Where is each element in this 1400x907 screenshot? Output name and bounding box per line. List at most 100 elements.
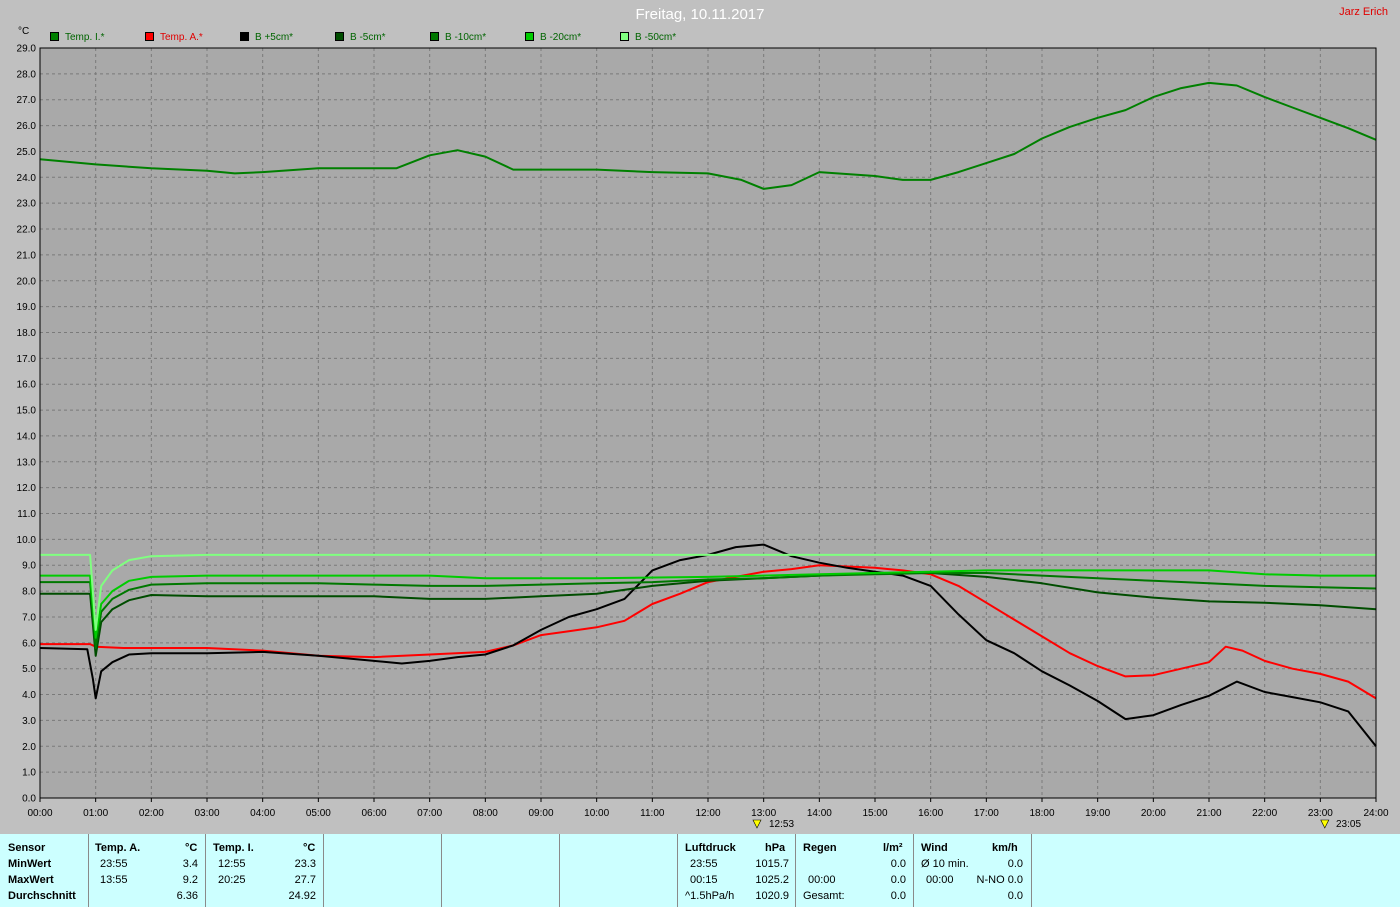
x-tick-label: 16:00 xyxy=(918,808,943,819)
x-tick-label: 02:00 xyxy=(139,808,164,819)
rain-val-2: 0.0 xyxy=(890,874,906,886)
y-tick-label: 6.0 xyxy=(22,638,36,649)
legend-swatch xyxy=(50,32,59,41)
y-tick-label: 10.0 xyxy=(17,535,37,546)
x-tick-label: 13:00 xyxy=(751,808,776,819)
stats-panel: Sensor MinWert MaxWert Durchschnitt Temp… xyxy=(0,834,1400,907)
x-tick-label: 20:00 xyxy=(1141,808,1166,819)
wind-header: Wind xyxy=(921,842,948,854)
y-tick-label: 22.0 xyxy=(17,225,37,236)
legend-label: Temp. A.* xyxy=(160,32,203,43)
legend-item-b-10: B -10cm* xyxy=(430,32,486,43)
y-tick-label: 2.0 xyxy=(22,742,36,753)
y-tick-label: 21.0 xyxy=(17,250,37,261)
legend-swatch xyxy=(240,32,249,41)
marker-label-min: 12:53 xyxy=(769,819,794,830)
x-tick-label: 24:00 xyxy=(1363,808,1388,819)
y-tick-label: 12.0 xyxy=(17,483,37,494)
temp-i-unit: °C xyxy=(303,842,316,854)
rain-val-1: 0.0 xyxy=(890,858,906,870)
x-tick-label: 08:00 xyxy=(473,808,498,819)
legend-swatch xyxy=(430,32,439,41)
pressure-max-time: 00:15 xyxy=(690,874,718,886)
pressure-min-time: 23:55 xyxy=(690,858,718,870)
x-tick-label: 10:00 xyxy=(584,808,609,819)
wind-unit: km/h xyxy=(992,842,1018,854)
min-max-markers: 12:53 23:05 xyxy=(752,819,1361,830)
temp-i-max-val: 27.7 xyxy=(294,874,316,886)
legend-label: B -20cm* xyxy=(540,32,582,43)
legend-item-b5: B +5cm* xyxy=(240,32,293,43)
chart-title: Freitag, 10.11.2017 xyxy=(635,6,765,23)
pressure-header: Luftdruck xyxy=(685,842,736,854)
x-tick-label: 00:00 xyxy=(27,808,52,819)
marker-label-max: 23:05 xyxy=(1336,819,1361,830)
y-tick-label: 16.0 xyxy=(17,380,37,391)
temp-a-min-time: 23:55 xyxy=(100,858,128,870)
pressure-unit: hPa xyxy=(765,842,786,854)
min-marker-icon xyxy=(752,819,762,829)
y-tick-label: 23.0 xyxy=(17,199,37,210)
legend-item-b-20: B -20cm* xyxy=(525,32,581,43)
wind-avg-label: Ø 10 min. xyxy=(921,858,969,870)
max-marker-icon xyxy=(1320,819,1330,829)
legend-label: Temp. I.* xyxy=(65,32,105,43)
pressure-min-val: 1015.7 xyxy=(755,858,789,870)
x-tick-label: 07:00 xyxy=(417,808,442,819)
y-tick-label: 25.0 xyxy=(17,147,37,158)
y-tick-label: 20.0 xyxy=(17,276,37,287)
wind-max-val: N-NO 0.0 xyxy=(976,874,1023,886)
y-tick-label: 17.0 xyxy=(17,354,37,365)
rain-total-label: Gesamt: xyxy=(803,890,845,902)
maxwert-label: MaxWert xyxy=(8,874,54,886)
x-tick-label: 11:00 xyxy=(640,808,665,819)
y-tick-label: 7.0 xyxy=(22,612,36,623)
y-tick-label: 18.0 xyxy=(17,328,37,339)
x-tick-label: 12:00 xyxy=(695,808,720,819)
legend-item-temp-a: Temp. A.* xyxy=(145,32,203,43)
pressure-max-val: 1025.2 xyxy=(755,874,789,886)
sensor-header: Sensor xyxy=(8,842,46,854)
x-axis: 00:00 01:00 02:00 03:00 04:00 05:00 06:00 07:00… xyxy=(27,798,1389,819)
y-tick-label: 26.0 xyxy=(17,121,37,132)
temp-i-avg: 24.92 xyxy=(288,890,316,902)
x-tick-label: 18:00 xyxy=(1029,808,1054,819)
legend-label: B -5cm* xyxy=(350,32,386,43)
y-tick-label: 14.0 xyxy=(17,431,37,442)
rain-max-time: 00:00 xyxy=(808,874,836,886)
x-tick-label: 04:00 xyxy=(250,808,275,819)
x-tick-label: 19:00 xyxy=(1085,808,1110,819)
author-label: Jarz Erich xyxy=(1339,6,1388,18)
legend-item-temp-i: Temp. I.* xyxy=(50,32,104,43)
temp-i-max-time: 20:25 xyxy=(218,874,246,886)
wind-max-time: 00:00 xyxy=(926,874,954,886)
rain-header: Regen xyxy=(803,842,837,854)
legend-swatch xyxy=(525,32,534,41)
x-tick-label: 17:00 xyxy=(974,808,999,819)
chart: 0.0 1.0 2.0 3.0 4.0 5.0 6.0 7.0 8.0 9.0 10.0 11.0 12… xyxy=(17,44,1389,831)
y-unit-label: °C xyxy=(18,26,30,37)
y-tick-label: 11.0 xyxy=(17,509,36,520)
y-tick-label: 9.0 xyxy=(22,561,36,572)
temp-i-header: Temp. I. xyxy=(213,842,254,854)
x-tick-label: 23:00 xyxy=(1308,808,1333,819)
x-tick-label: 01:00 xyxy=(83,808,108,819)
x-tick-label: 05:00 xyxy=(306,808,331,819)
temp-a-header: Temp. A. xyxy=(95,842,141,854)
x-tick-label: 09:00 xyxy=(528,808,553,819)
rain-unit: l/m² xyxy=(883,842,903,854)
y-tick-label: 5.0 xyxy=(22,664,36,675)
temp-i-min-val: 23.3 xyxy=(294,858,316,870)
temp-a-unit: °C xyxy=(185,842,198,854)
y-tick-label: 8.0 xyxy=(22,587,36,598)
x-tick-label: 06:00 xyxy=(361,808,386,819)
legend-item-b-50: B -50cm* xyxy=(620,32,676,43)
y-tick-label: 0.0 xyxy=(22,794,36,805)
y-tick-label: 3.0 xyxy=(22,716,36,727)
legend-swatch xyxy=(620,32,629,41)
legend-label: B +5cm* xyxy=(255,32,294,43)
y-tick-label: 19.0 xyxy=(17,302,37,313)
legend-label: B -50cm* xyxy=(635,32,677,43)
legend-swatch xyxy=(145,32,154,41)
wind-avg-val: 0.0 xyxy=(1007,858,1023,870)
